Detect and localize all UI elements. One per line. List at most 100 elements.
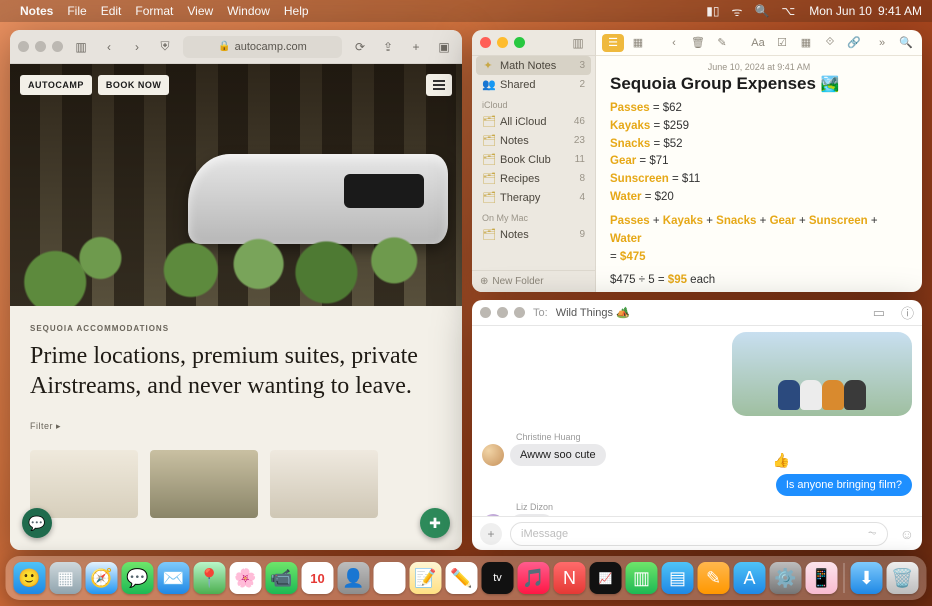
conversation-name[interactable]: Wild Things 🏕️ <box>556 306 630 319</box>
message-thread[interactable]: Christine Huang Awww soo cute 👍 Is anyon… <box>472 326 922 516</box>
folder-book-club[interactable]: 🗂 Book Club 11 <box>472 150 595 169</box>
more-icon[interactable]: » <box>872 34 892 52</box>
wifi-icon[interactable]: ᯤ <box>732 3 743 20</box>
checklist-icon[interactable]: ☑ <box>772 34 792 52</box>
minimize-button[interactable] <box>35 41 46 52</box>
dock-pages-icon[interactable]: ✎ <box>698 562 730 594</box>
media-icon[interactable]: ⟐ <box>820 34 840 52</box>
dock-reminders-icon[interactable]: ☰ <box>374 562 406 594</box>
accessibility-fab-icon[interactable]: ✚ <box>420 508 450 538</box>
folder-all-icloud[interactable]: 🗂 All iCloud 46 <box>472 112 595 131</box>
menubar-time[interactable]: 9:41 AM <box>878 4 922 18</box>
menu-file[interactable]: File <box>67 4 86 18</box>
grid-view-button[interactable]: ▦ <box>628 34 648 52</box>
folder-notes[interactable]: 🗂 Notes 23 <box>472 131 595 150</box>
folder-local-notes[interactable]: 🗂 Notes 9 <box>472 225 595 244</box>
dock-news-icon[interactable]: N <box>554 562 586 594</box>
filter-button[interactable]: Filter ▸ <box>30 421 442 432</box>
tabs-icon[interactable]: ▣ <box>434 37 454 57</box>
close-button[interactable] <box>18 41 29 52</box>
dock-downloads-icon[interactable]: ⬇ <box>851 562 883 594</box>
avatar[interactable] <box>482 444 504 466</box>
folder-math-notes[interactable]: ✦ Math Notes 3 <box>476 56 591 75</box>
chat-fab-icon[interactable]: 💬 <box>22 508 52 538</box>
dock-settings-icon[interactable]: ⚙️ <box>770 562 802 594</box>
photo-message[interactable] <box>732 332 912 416</box>
window-controls[interactable] <box>480 37 525 48</box>
incoming-bubble[interactable]: Awww soo cute <box>510 444 606 466</box>
delete-icon[interactable]: 🗑 <box>688 34 708 52</box>
close-button[interactable] <box>480 37 491 48</box>
note-body[interactable]: June 10, 2024 at 9:41 AM Sequoia Group E… <box>596 56 922 292</box>
search-icon[interactable]: 🔍 <box>896 34 916 52</box>
thumbnail-1[interactable] <box>30 450 138 518</box>
dock-appstore-icon[interactable]: A <box>734 562 766 594</box>
thumbnail-3[interactable] <box>270 450 378 518</box>
reaction-thumbs-up-icon[interactable]: 👍 <box>773 452 790 469</box>
incoming-bubble[interactable]: I am! <box>510 514 554 516</box>
facetime-video-icon[interactable]: ▭ <box>873 305 885 321</box>
back-icon[interactable]: ‹ <box>99 37 119 57</box>
dock-maps-icon[interactable]: 📍 <box>194 562 226 594</box>
dock-mail-icon[interactable]: ✉️ <box>158 562 190 594</box>
audio-wave-icon[interactable]: ⏦ <box>868 527 877 540</box>
zoom-button[interactable] <box>52 41 63 52</box>
menu-view[interactable]: View <box>187 4 213 18</box>
emoji-picker-icon[interactable]: ☺ <box>900 526 914 542</box>
dock-contacts-icon[interactable]: 👤 <box>338 562 370 594</box>
site-logo[interactable]: AUTOCAMP <box>20 75 92 95</box>
dock-iphone-mirroring-icon[interactable]: 📱 <box>806 562 838 594</box>
apps-plus-icon[interactable]: + <box>480 523 502 545</box>
site-menu-icon[interactable] <box>426 74 452 96</box>
privacy-shield-icon[interactable]: ⛨ <box>155 37 175 57</box>
compose-icon[interactable]: ✎ <box>712 34 732 52</box>
folder-recipes[interactable]: 🗂 Recipes 8 <box>472 169 595 188</box>
close-button[interactable] <box>480 307 491 318</box>
list-view-button[interactable]: ☰ <box>602 34 624 52</box>
dock-finder-icon[interactable]: 🙂 <box>14 562 46 594</box>
menu-help[interactable]: Help <box>284 4 309 18</box>
menu-window[interactable]: Window <box>227 4 270 18</box>
control-center-icon[interactable]: ⌥ <box>781 4 795 18</box>
new-folder-button[interactable]: ⊕ New Folder <box>472 270 595 292</box>
table-icon[interactable]: ▦ <box>796 34 816 52</box>
dock-freeform-icon[interactable]: ✏️ <box>446 562 478 594</box>
folder-therapy[interactable]: 🗂 Therapy 4 <box>472 188 595 207</box>
folder-shared[interactable]: 👥 Shared 2 <box>472 75 595 94</box>
spotlight-icon[interactable]: 🔍 <box>754 4 769 18</box>
menubar-app-name[interactable]: Notes <box>20 4 53 18</box>
dock-numbers-icon[interactable]: ▥ <box>626 562 658 594</box>
share-icon[interactable]: ⇪ <box>378 37 398 57</box>
window-controls[interactable] <box>480 307 525 318</box>
dock-tv-icon[interactable]: tv <box>482 562 514 594</box>
dock-trash-icon[interactable]: 🗑️ <box>887 562 919 594</box>
reload-icon[interactable]: ⟳ <box>350 37 370 57</box>
link-icon[interactable]: 🔗 <box>844 34 864 52</box>
dock-notes-icon[interactable]: 📝 <box>410 562 442 594</box>
dock-photos-icon[interactable]: 🌸 <box>230 562 262 594</box>
new-tab-icon[interactable]: + <box>406 37 426 57</box>
avatar[interactable] <box>482 514 504 516</box>
minimize-button[interactable] <box>497 37 508 48</box>
dock-facetime-icon[interactable]: 📹 <box>266 562 298 594</box>
dock-safari-icon[interactable]: 🧭 <box>86 562 118 594</box>
format-aa-icon[interactable]: Aa <box>748 34 768 52</box>
dock-calendar-icon[interactable]: 10 <box>302 562 334 594</box>
zoom-button[interactable] <box>514 307 525 318</box>
sidebar-toggle-icon[interactable]: ▥ <box>569 34 587 52</box>
dock-messages-icon[interactable]: 💬 <box>122 562 154 594</box>
sidebar-toggle-icon[interactable]: ▥ <box>71 37 91 57</box>
thumbnail-2[interactable] <box>150 450 258 518</box>
back-icon[interactable]: ‹ <box>664 34 684 52</box>
book-now-button[interactable]: BOOK NOW <box>98 75 170 95</box>
menubar-date[interactable]: Mon Jun 10 <box>809 4 872 18</box>
menu-edit[interactable]: Edit <box>101 4 122 18</box>
zoom-button[interactable] <box>514 37 525 48</box>
message-input[interactable]: iMessage ⏦ <box>510 522 888 546</box>
dock-stocks-icon[interactable]: 📈 <box>590 562 622 594</box>
window-controls[interactable] <box>18 41 63 52</box>
info-icon[interactable]: ⓘ <box>901 303 914 322</box>
dock-keynote-icon[interactable]: ▤ <box>662 562 694 594</box>
menu-format[interactable]: Format <box>135 4 173 18</box>
minimize-button[interactable] <box>497 307 508 318</box>
